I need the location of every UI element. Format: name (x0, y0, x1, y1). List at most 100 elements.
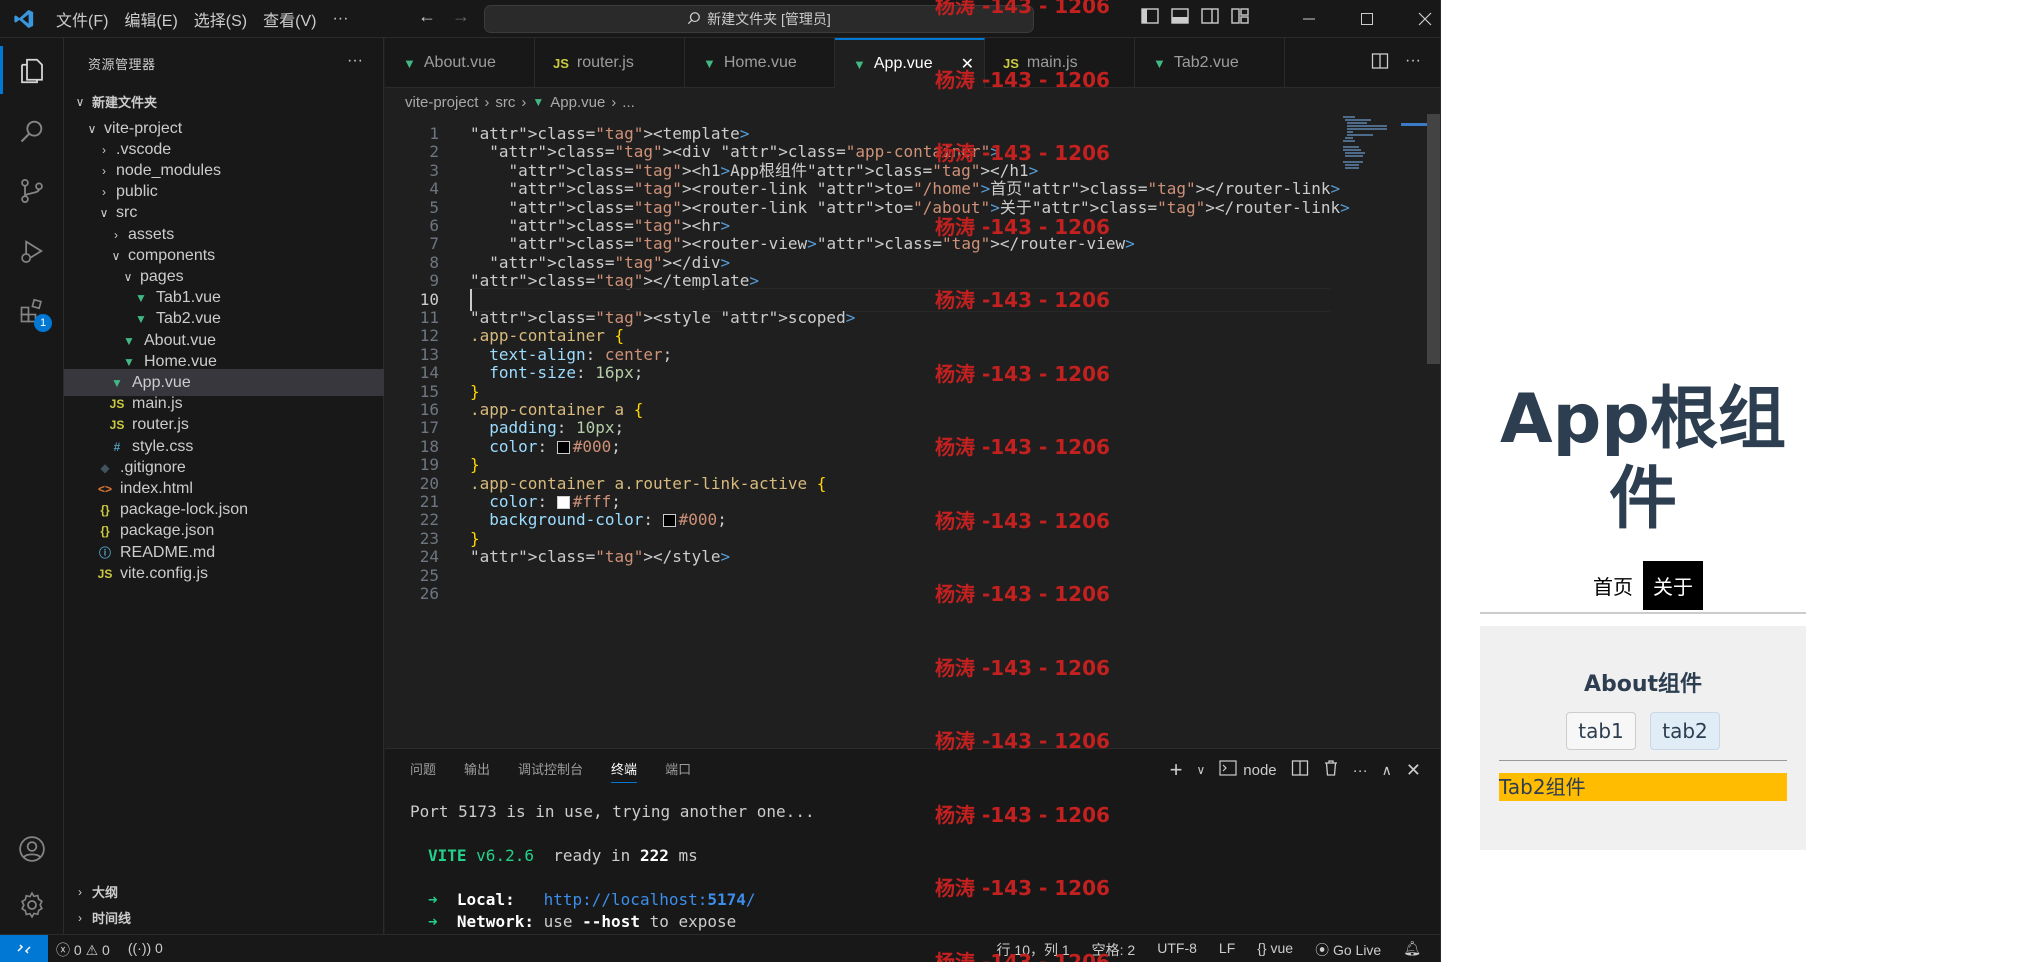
status-bar: ⓧ 0 ⚠ 0 ((·)) 0 行 10，列 1 空格: 2 UTF-8 LF … (0, 934, 1440, 962)
broadcast-icon: ⦿ (1315, 942, 1330, 958)
local-url[interactable]: http://localhost:5174/ (544, 890, 756, 909)
explorer-sidebar: 资源管理器 ··· ∨ 新建文件夹 ∨ vite-project › .vscode ›… (64, 38, 384, 934)
command-center-label: 新建文件夹 [管理员] (707, 11, 831, 27)
back-arrow-icon[interactable]: ← (418, 6, 436, 27)
tab-divider (1499, 760, 1787, 761)
minimap[interactable] (1341, 114, 1431, 174)
menu-more[interactable]: ··· (324, 10, 356, 28)
tree-item-label: public (116, 183, 158, 201)
run-debug-icon[interactable] (0, 222, 64, 280)
minimize-button[interactable] (1280, 0, 1338, 38)
editor-tab[interactable]: JS router.js (535, 38, 685, 88)
language-mode[interactable]: {} vue (1257, 940, 1293, 960)
trash-icon[interactable] (1323, 759, 1339, 781)
tree-item-label: assets (128, 225, 175, 243)
terminal-line: VITE v6.2.6 ready in 222 ms (428, 845, 698, 867)
maximize-button[interactable] (1338, 0, 1396, 38)
menu-file[interactable]: 文件(F) (48, 7, 116, 31)
close-window-button[interactable] (1396, 0, 1440, 38)
home-link[interactable]: 首页 (1583, 561, 1643, 610)
vscode-logo-icon[interactable] (0, 0, 48, 38)
toggle-secondary-sidebar-icon[interactable] (1200, 6, 1220, 31)
editor-tab-label: About.vue (423, 54, 496, 71)
chevron-right-icon: › (102, 163, 106, 178)
chevron-right-icon: › (102, 185, 106, 200)
tree-item-label: node_modules (116, 161, 221, 179)
panel-tab[interactable]: 问题 (410, 759, 436, 783)
encoding[interactable]: UTF-8 (1157, 940, 1197, 960)
code-editor[interactable]: 1 "attr">class="tag"><template> 2 "attr">c… (385, 114, 1440, 748)
timeline-section[interactable]: › 时间线 (64, 904, 384, 931)
customize-layout-icon[interactable] (1230, 6, 1250, 31)
notifications-bell-icon[interactable]: 🔔︎ (1403, 940, 1421, 960)
tree-root-folder[interactable]: ∨ 新建文件夹 (64, 88, 384, 115)
tab1-button[interactable]: tab1 (1566, 712, 1636, 750)
watermark-text: 杨涛 -143 - 1206 (935, 802, 1110, 827)
tree-item-label: package-lock.json (120, 501, 249, 519)
tree-item-label: Tab2.vue (156, 310, 221, 328)
watermark-text: 杨涛 -143 - 1206 (935, 582, 1110, 606)
javascript-file-icon: JS (109, 418, 125, 433)
explorer-more-icon[interactable]: ··· (347, 52, 363, 70)
menu-edit[interactable]: 编辑(E) (116, 7, 185, 31)
terminal-name[interactable]: node (1243, 762, 1276, 779)
search-icon (687, 11, 701, 28)
timeline-label: 时间线 (92, 911, 132, 926)
chevron-down-icon: ∨ (87, 121, 97, 136)
end-of-line[interactable]: LF (1219, 940, 1235, 960)
panel-tab[interactable]: 输出 (464, 759, 490, 783)
new-terminal-icon[interactable]: + (1170, 757, 1183, 783)
editor-tab[interactable]: ▼ About.vue (385, 38, 535, 88)
tab2-button[interactable]: tab2 (1650, 712, 1720, 750)
local-port: 5174 (707, 890, 746, 909)
tree-item-label: src (116, 204, 138, 222)
forward-arrow-icon[interactable]: → (452, 6, 470, 27)
tree-item-label: components (128, 246, 216, 264)
chevron-right-icon: › (114, 227, 118, 242)
extensions-icon[interactable]: 1 (0, 282, 64, 340)
editor-more-icon[interactable]: ··· (1405, 52, 1421, 75)
outline-section[interactable]: › 大纲 (64, 878, 384, 905)
source-control-icon[interactable] (0, 162, 64, 220)
breadcrumb-item[interactable]: App.vue (550, 94, 605, 111)
explorer-icon[interactable] (0, 42, 64, 100)
about-link[interactable]: 关于 (1643, 560, 1703, 610)
local-url-suffix: / (745, 890, 756, 909)
extensions-badge: 1 (34, 314, 52, 332)
panel-more-icon[interactable]: ··· (1353, 762, 1368, 779)
problems-status[interactable]: ⓧ 0 ⚠ 0 (56, 940, 110, 960)
toggle-primary-sidebar-icon[interactable] (1140, 6, 1160, 31)
editor-tab[interactable]: ▼ Home.vue (685, 38, 835, 88)
tree-item-label: .gitignore (120, 458, 186, 476)
panel-tab[interactable]: 终端 (611, 759, 638, 783)
toggle-panel-icon[interactable] (1170, 6, 1190, 31)
breadcrumb-item[interactable]: vite-project (405, 94, 478, 111)
warning-icon: ⚠ (85, 942, 99, 958)
panel-tab[interactable]: 调试控制台 (518, 759, 583, 783)
breadcrumb-item[interactable]: ... (622, 94, 635, 111)
chevron-down-icon: ∨ (75, 94, 85, 109)
split-terminal-icon[interactable] (1291, 759, 1309, 781)
watermark-text: 杨涛 -143 - 1206 (935, 729, 1110, 753)
maximize-panel-icon[interactable]: ∧ (1382, 762, 1392, 779)
ports-status[interactable]: ((·)) 0 (128, 940, 163, 960)
close-panel-icon[interactable]: ✕ (1406, 760, 1421, 781)
tree-item[interactable]: JS vite.config.js (64, 560, 384, 587)
editor-scrollbar[interactable] (1427, 114, 1440, 364)
chevron-down-icon[interactable]: ∨ (1196, 763, 1205, 777)
remote-indicator-icon[interactable] (0, 935, 48, 962)
search-view-icon[interactable] (0, 102, 64, 160)
menu-view[interactable]: 查看(V) (255, 7, 324, 31)
tree-item-label: style.css (132, 437, 194, 455)
split-editor-icon[interactable] (1371, 52, 1389, 75)
accounts-icon[interactable] (0, 820, 64, 878)
menu-selection[interactable]: 选择(S) (186, 7, 255, 31)
editor-tab[interactable]: ▼ Tab2.vue (1135, 38, 1285, 88)
go-live-button[interactable]: ⦿ Go Live (1315, 940, 1381, 960)
terminal-output[interactable]: Port 5173 is in use, trying another one.… (410, 801, 815, 931)
divider (1480, 612, 1806, 614)
breadcrumb-item[interactable]: src (495, 94, 515, 111)
settings-gear-icon[interactable] (0, 876, 64, 934)
panel-tab[interactable]: 端口 (665, 759, 691, 783)
line-number: 26 (419, 584, 439, 603)
